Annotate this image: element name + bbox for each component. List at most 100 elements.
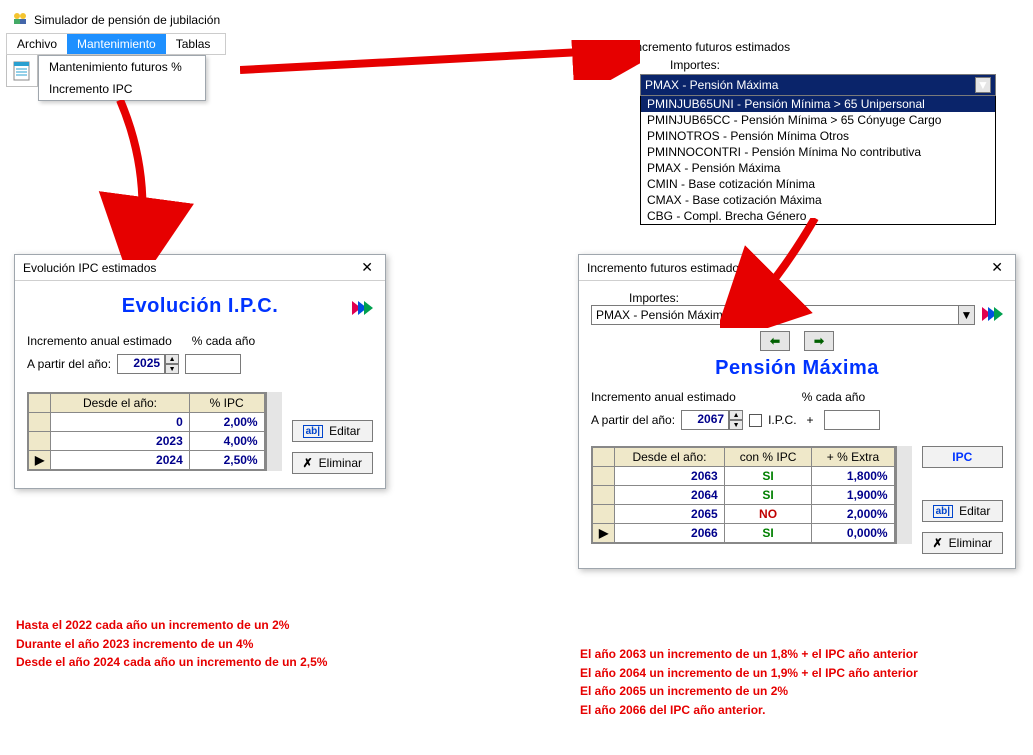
fut-col-ipc: con % IPC: [724, 448, 812, 467]
arrow-icon: [720, 218, 840, 328]
fut-big-title: Pensión Máxima: [591, 357, 1003, 380]
table-row[interactable]: 2063 SI 1,800%: [593, 467, 895, 486]
menu-bar: Archivo Mantenimiento Tablas: [6, 33, 226, 55]
app-title: Simulador de pensión de jubilación: [34, 13, 220, 27]
delete-icon: ✗: [933, 536, 943, 550]
prev-button[interactable]: ⬅: [760, 331, 790, 351]
anno-left-3: Desde el año 2024 cada año un incremento…: [16, 653, 327, 672]
edit-icon: ab|: [303, 425, 323, 438]
delete-icon: ✗: [303, 456, 313, 470]
fut-col-year: Desde el año:: [615, 448, 724, 467]
fut-extra-input[interactable]: [824, 410, 880, 430]
grid-corner: [29, 394, 51, 413]
fut-year-input[interactable]: 2067 ▲▼: [681, 410, 743, 430]
app-title-row: Simulador de pensión de jubilación: [6, 6, 226, 33]
fut-grid: Desde el año: con % IPC + % Extra 2063 S…: [591, 446, 896, 544]
ipc-window-title: Evolución IPC estimados: [23, 261, 156, 275]
annotation-right: El año 2063 un incremento de un 1,8% + e…: [580, 645, 918, 719]
arrow-icon: [80, 100, 200, 260]
table-row[interactable]: 2064 SI 1,900%: [593, 486, 895, 505]
ipc-grid: Desde el año: % IPC 0 2,00% 2023 4,00%: [27, 392, 266, 471]
table-row[interactable]: ▶ 2066 SI 0,000%: [593, 524, 895, 543]
ipc-dialog-titlebar: Evolución IPC estimados ✕: [15, 255, 385, 280]
ipc-labels-row: Incremento anual estimado % cada año: [27, 334, 373, 348]
importes-dropdown-list: PMINJUB65UNI - Pensión Mínima > 65 Unipe…: [640, 96, 996, 225]
menu-archivo[interactable]: Archivo: [7, 34, 67, 54]
anno-left-2: Durante el año 2023 incremento de un 4%: [16, 635, 327, 654]
fut-year-value[interactable]: 2067: [681, 410, 729, 430]
fut-from-label: A partir del año:: [591, 413, 675, 427]
annotation-left: Hasta el 2022 cada año un incremento de …: [16, 616, 327, 672]
ipc-year-row: A partir del año: 2025 ▲▼: [27, 354, 373, 374]
fut-window-title: Incremento futuros estimado: [587, 261, 739, 275]
chevron-down-icon[interactable]: ▼: [975, 77, 991, 93]
fut-pct-label: % cada año: [802, 390, 865, 404]
spin-down-icon[interactable]: ▼: [165, 364, 179, 374]
importes-selected-text: PMAX - Pensión Máxima: [645, 78, 778, 92]
delete-button[interactable]: ✗ Eliminar: [292, 452, 373, 474]
delete-button[interactable]: ✗ Eliminar: [922, 532, 1003, 554]
ipc-scrollbar[interactable]: [266, 392, 282, 471]
toolbar-row: Mantenimiento futuros % Incremento IPC: [6, 55, 226, 101]
dropdown-option[interactable]: PMAX - Pensión Máxima: [641, 160, 995, 176]
delete-label: Eliminar: [319, 456, 362, 470]
rgb-arrows-icon[interactable]: [985, 307, 1003, 324]
edit-button[interactable]: ab| Editar: [922, 500, 1003, 522]
rgb-arrows-icon[interactable]: [355, 301, 373, 318]
edit-label: Editar: [959, 504, 990, 518]
app-icon: [12, 10, 28, 29]
app-bar: Simulador de pensión de jubilación Archi…: [6, 6, 226, 101]
fut-incr-label: Incremento anual estimado: [591, 390, 736, 404]
anno-right-2: El año 2064 un incremento de un 1,9% + e…: [580, 664, 918, 683]
top-right-heading: Incremento futuros estimados: [628, 38, 996, 56]
spin-up-icon[interactable]: ▲: [729, 410, 743, 420]
table-row[interactable]: 2023 4,00%: [29, 432, 265, 451]
anno-left-1: Hasta el 2022 cada año un incremento de …: [16, 616, 327, 635]
anno-right-1: El año 2063 un incremento de un 1,8% + e…: [580, 645, 918, 664]
ipc-button[interactable]: IPC: [922, 446, 1003, 468]
dropdown-option[interactable]: PMINJUB65UNI - Pensión Mínima > 65 Unipe…: [641, 96, 995, 112]
ipc-checkbox[interactable]: [749, 414, 762, 427]
submenu-ipc[interactable]: Incremento IPC: [39, 78, 205, 100]
dropdown-option[interactable]: CMAX - Base cotización Máxima: [641, 192, 995, 208]
edit-label: Editar: [329, 424, 360, 438]
ipc-year-value[interactable]: 2025: [117, 354, 165, 374]
ipc-pct-input[interactable]: [185, 354, 241, 374]
close-icon[interactable]: ✕: [357, 259, 377, 276]
table-row[interactable]: 2065 NO 2,000%: [593, 505, 895, 524]
submenu-futuros[interactable]: Mantenimiento futuros %: [39, 56, 205, 78]
ipc-dialog: Evolución IPC estimados ✕ Evolución I.P.…: [14, 254, 386, 489]
ipc-check-label: I.P.C.: [768, 413, 796, 427]
table-row[interactable]: ▶ 2024 2,50%: [29, 451, 265, 470]
notepad-icon[interactable]: [6, 55, 38, 87]
importes-label: Importes:: [628, 56, 996, 74]
grid-corner: [593, 448, 615, 467]
edit-button[interactable]: ab| Editar: [292, 420, 373, 442]
arrow-icon: [240, 40, 640, 80]
next-button[interactable]: ➡: [804, 331, 834, 351]
ipc-col-year: Desde el año:: [51, 394, 190, 413]
ipc-year-input[interactable]: 2025 ▲▼: [117, 354, 179, 374]
fut-labels-row: Incremento anual estimado % cada año: [591, 390, 1003, 404]
spin-down-icon[interactable]: ▼: [729, 420, 743, 430]
chevron-down-icon[interactable]: ▼: [958, 306, 974, 324]
ipc-incr-label: Incremento anual estimado: [27, 334, 172, 348]
anno-right-4: El año 2066 del IPC año anterior.: [580, 701, 918, 720]
top-right-panel: Incremento futuros estimados Importes: P…: [628, 38, 996, 225]
menu-mantenimiento[interactable]: Mantenimiento: [67, 34, 166, 54]
spin-up-icon[interactable]: ▲: [165, 354, 179, 364]
dropdown-option[interactable]: PMINJUB65CC - Pensión Mínima > 65 Cónyug…: [641, 112, 995, 128]
importes-dropdown-selected[interactable]: PMAX - Pensión Máxima ▼: [640, 74, 996, 96]
close-icon[interactable]: ✕: [987, 259, 1007, 276]
table-row[interactable]: 0 2,00%: [29, 413, 265, 432]
ipc-col-pct: % IPC: [189, 394, 264, 413]
fut-scrollbar[interactable]: [896, 446, 912, 544]
dropdown-option[interactable]: PMINNOCONTRI - Pensión Mínima No contrib…: [641, 144, 995, 160]
plus-label: +: [807, 413, 814, 427]
ipc-pct-label: % cada año: [192, 334, 255, 348]
fut-year-row: A partir del año: 2067 ▲▼ I.P.C. +: [591, 410, 1003, 430]
dropdown-option[interactable]: CMIN - Base cotización Mínima: [641, 176, 995, 192]
ipc-btn-label: IPC: [952, 450, 972, 464]
dropdown-option[interactable]: PMINOTROS - Pensión Mínima Otros: [641, 128, 995, 144]
menu-tablas[interactable]: Tablas: [166, 34, 221, 54]
